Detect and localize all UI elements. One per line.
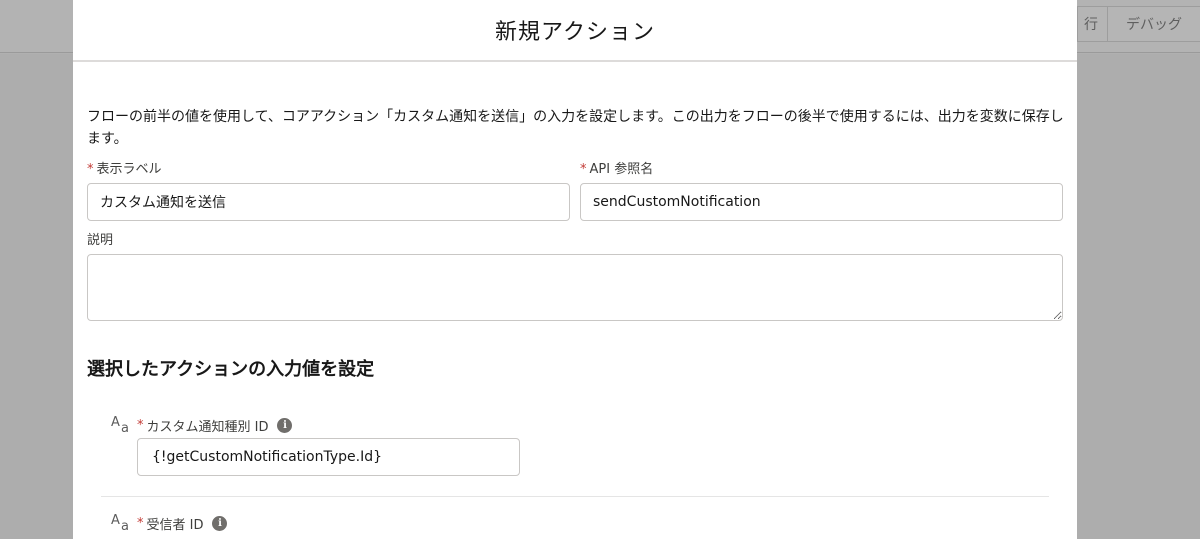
input-divider — [101, 496, 1049, 497]
new-action-modal: 新規アクション フローの前半の値を使用して、コアアクション「カスタム通知を送信」… — [73, 0, 1077, 539]
inputs-section-heading: 選択したアクションの入力値を設定 — [87, 359, 375, 380]
label-field: * 表示ラベル — [87, 160, 570, 221]
modal-description: フローの前半の値を使用して、コアアクション「カスタム通知を送信」の入力を設定しま… — [87, 109, 1064, 147]
label-input[interactable] — [87, 183, 570, 221]
api-name-field: * API 参照名 — [580, 160, 1063, 221]
action-input-label: * カスタム通知種別 ID i — [137, 415, 520, 435]
background-tab-run: 行 — [1077, 6, 1107, 42]
api-name-field-label: * API 参照名 — [580, 162, 654, 177]
modal-body[interactable]: フローの前半の値を使用して、コアアクション「カスタム通知を送信」の入力を設定しま… — [73, 106, 1077, 534]
text-type-icon: A a — [111, 415, 129, 436]
label-field-label: * 表示ラベル — [87, 162, 162, 177]
description-textarea[interactable] — [87, 254, 1063, 321]
required-marker: * — [87, 162, 94, 177]
label-api-row: *表示ラベル *API 参照名 — [87, 160, 1063, 221]
action-input-label: * 受信者 ID i — [137, 513, 228, 533]
info-icon[interactable]: i — [277, 417, 293, 433]
info-icon[interactable]: i — [212, 515, 228, 531]
required-marker: * — [580, 162, 587, 177]
background-tab-debug: デバッグ — [1107, 6, 1200, 42]
required-marker: * — [137, 515, 144, 531]
modal-title: 新規アクション — [495, 20, 655, 45]
description-field-label: 説明 — [87, 233, 114, 248]
background-tabs: 行 デバッグ — [1077, 6, 1200, 42]
description-field: 説明 — [87, 231, 1063, 325]
api-name-input[interactable] — [580, 183, 1063, 221]
action-input-notification-type: A a * カスタム通知種別 ID i — [87, 415, 1063, 476]
action-input-column: * 受信者 ID i — [137, 513, 228, 533]
action-input-column: * カスタム通知種別 ID i — [137, 415, 520, 476]
modal-header: 新規アクション — [73, 0, 1077, 62]
required-marker: * — [137, 417, 144, 433]
action-input-recipient: A a * 受信者 ID i — [87, 513, 1063, 534]
text-type-icon: A a — [111, 513, 129, 534]
notification-type-id-input[interactable] — [137, 438, 520, 476]
